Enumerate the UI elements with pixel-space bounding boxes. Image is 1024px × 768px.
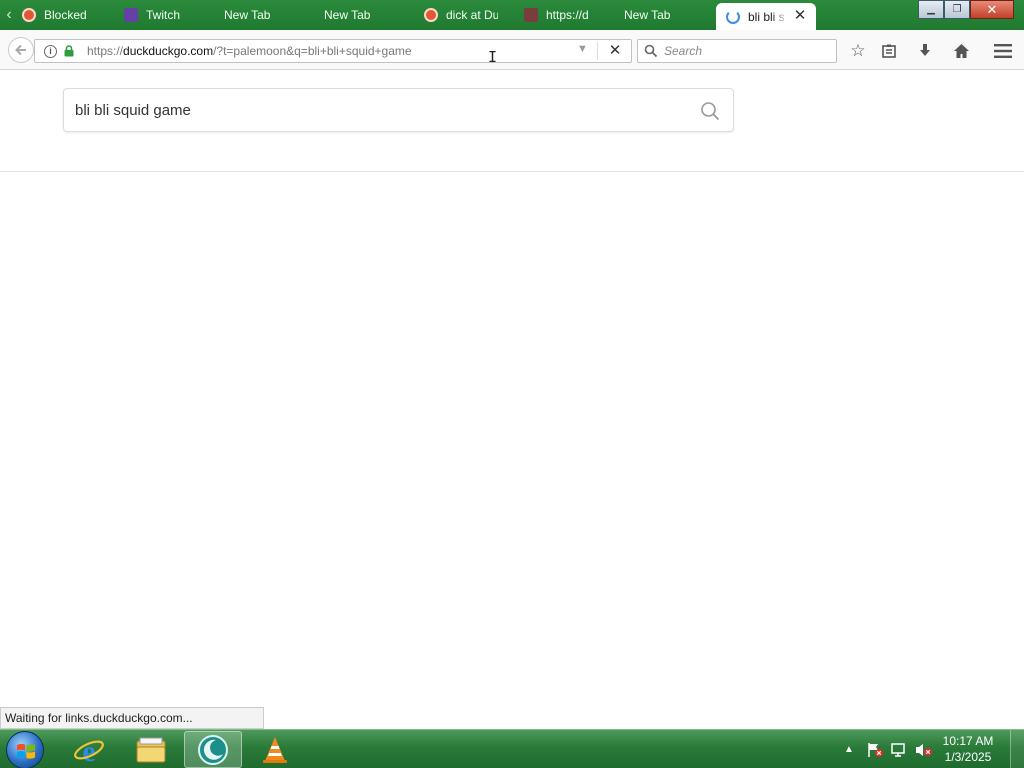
internet-explorer-taskbar-button[interactable]: e [60,731,118,768]
web-favicon [524,8,538,22]
tab-label: New Tab [324,8,371,22]
network-icon[interactable] [890,742,908,758]
tab-twitch[interactable]: Twitch [124,0,220,30]
duckduckgo-favicon [22,8,36,22]
windows-logo-icon [17,743,35,759]
tab-new-tab-1[interactable]: New Tab [224,0,320,30]
url-path: /?t=palemoon&q=bli+bli+squid+game [213,44,412,58]
vlc-cone-icon [263,736,287,763]
divider [597,42,598,60]
status-bar: Waiting for links.duckduckgo.com... [0,707,264,729]
tab-scroll-left-icon[interactable]: ‹ [0,0,18,30]
tab-label: https://d [546,8,589,22]
vlc-taskbar-button[interactable] [246,731,304,768]
stop-loading-icon[interactable]: ✕ [605,41,625,61]
show-hidden-icons-icon[interactable]: ▲ [844,744,854,755]
home-icon[interactable] [949,39,973,63]
ddg-search-input[interactable] [75,99,675,121]
downloads-icon[interactable] [913,39,937,63]
back-arrow-icon [15,44,26,56]
close-window-icon[interactable]: ✕ [970,0,1014,19]
taskbar-clock[interactable]: 10:17 AM 1/3/2025 [938,733,998,765]
tab-new-tab-2[interactable]: New Tab [324,0,420,30]
internet-explorer-icon: e [74,735,104,765]
search-bar[interactable]: Search [637,39,837,63]
show-desktop-button[interactable] [1010,730,1024,768]
download-arrow-icon [920,44,930,56]
tab-label: dick at Du [446,8,498,22]
tab-strip: ‹ Blocked Twitch New Tab New Tab dick at… [0,0,1024,30]
bookmark-star-icon[interactable]: ☆ [846,39,870,63]
url-bar[interactable]: i https://duckduckgo.com/?t=palemoon&q=b… [34,39,632,63]
hamburger-menu-icon[interactable] [991,39,1015,63]
tab-label: New Tab [224,8,271,22]
navigation-toolbar: i https://duckduckgo.com/?t=palemoon&q=b… [0,30,1024,70]
tab-active-search[interactable]: bli bli s ✕ [716,3,816,30]
tab-blocked[interactable]: Blocked [22,0,120,30]
chevron-down-icon[interactable]: ▼ [577,43,588,55]
svg-text:e: e [82,735,95,765]
close-tab-icon[interactable]: ✕ [792,8,808,24]
loading-spinner-icon [726,9,740,24]
search-placeholder: Search [664,44,703,58]
duckduckgo-favicon [424,8,438,22]
start-button[interactable] [6,731,44,768]
ddg-search-box[interactable] [63,88,734,132]
ddg-header [0,71,1024,172]
tab-label: Blocked [44,8,87,22]
house-icon [953,44,969,58]
menu-lines-icon [994,44,1012,58]
clock-date: 1/3/2025 [944,750,992,764]
page-content [0,71,1024,707]
twitch-favicon [124,8,138,22]
folder-icon [136,737,166,762]
lock-icon[interactable] [63,45,75,57]
file-explorer-taskbar-button[interactable] [122,731,180,768]
search-icon[interactable] [699,100,721,122]
back-button[interactable] [8,37,34,63]
bookmarks-menu-icon[interactable] [877,39,901,63]
tab-label: New Tab [624,8,671,22]
tab-https[interactable]: https://d [524,0,598,30]
url-text[interactable]: https://duckduckgo.com/?t=palemoon&q=bli… [87,44,412,58]
text-cursor-icon: I [488,48,498,66]
system-tray: ▲ [844,730,934,768]
tab-new-tab-3[interactable]: New Tab [624,0,712,30]
pale-moon-taskbar-button[interactable] [184,731,242,768]
url-domain: duckduckgo.com [123,44,214,58]
window-controls: ▁ ❐ ✕ [918,0,1014,19]
minimize-icon[interactable]: ▁ [918,0,944,19]
maximize-icon[interactable]: ❐ [944,0,970,19]
search-icon [644,44,658,58]
tab-label: Twitch [146,8,181,22]
windows-taskbar: e ▲ 10:17 AM 1/3/2025 [0,729,1024,768]
tab-label: bli bli s [748,9,785,24]
url-scheme: https:// [87,44,124,58]
site-info-icon[interactable]: i [44,45,57,58]
tab-ddg-search[interactable]: dick at Du [424,0,498,30]
pale-moon-icon [198,734,228,765]
clock-time: 10:17 AM [942,734,994,748]
clipboard-icon [882,44,896,58]
action-center-flag-icon[interactable] [866,742,884,758]
volume-muted-icon[interactable] [914,742,934,758]
